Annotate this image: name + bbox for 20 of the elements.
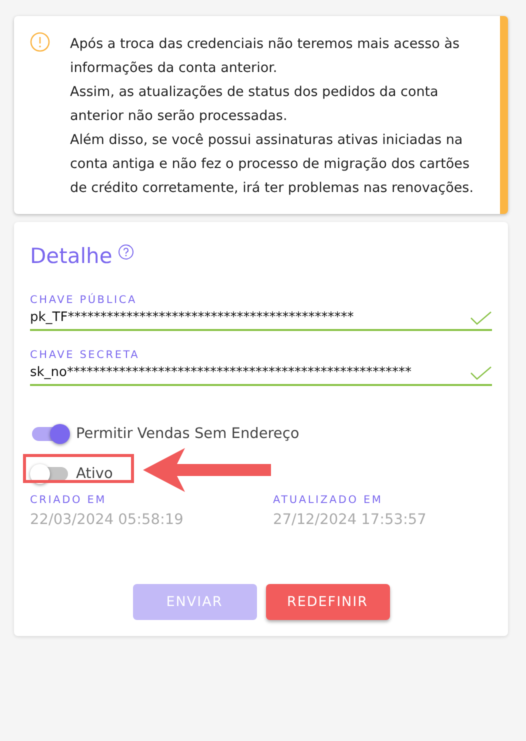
section-title: Detalhe [30,244,112,268]
warning-icon [30,32,50,52]
help-icon[interactable] [118,244,134,260]
check-icon [470,366,492,380]
key-field[interactable]: pk_TF******************************************** [30,310,492,331]
alert-text: Além disso, se você possui assinaturas ativas iniciadas na conta antiga e não fez o processo de migração dos cartões de crédito corretamente, irá ter problemas nas renovações. [70,131,474,198]
date-label: CRIADO EM [30,494,108,506]
field-label: CHAVE SECRETA [30,349,141,361]
key-field[interactable]: sk_no***************************************************** [30,365,492,386]
field-label: CHAVE PÚBLICA [30,294,138,306]
alert-text: Assim, as atualizações de status dos pedidos da conta anterior não serão processadas. [70,83,440,126]
check-icon [470,310,492,324]
date-label: ATUALIZADO EM [273,494,384,506]
date-value: 22/03/2024 05:58:19 [30,512,184,528]
toggle-label: Permitir Vendas Sem Endereço [76,426,300,442]
date-value: 27/12/2024 17:53:57 [273,512,428,528]
toggle-switch[interactable] [32,467,68,481]
toggle-label: Ativo [76,466,113,482]
alert-text: Após a troca das credenciais não teremos mais acesso às informações da conta anterior. [70,35,461,78]
toggle-switch[interactable] [32,427,68,441]
